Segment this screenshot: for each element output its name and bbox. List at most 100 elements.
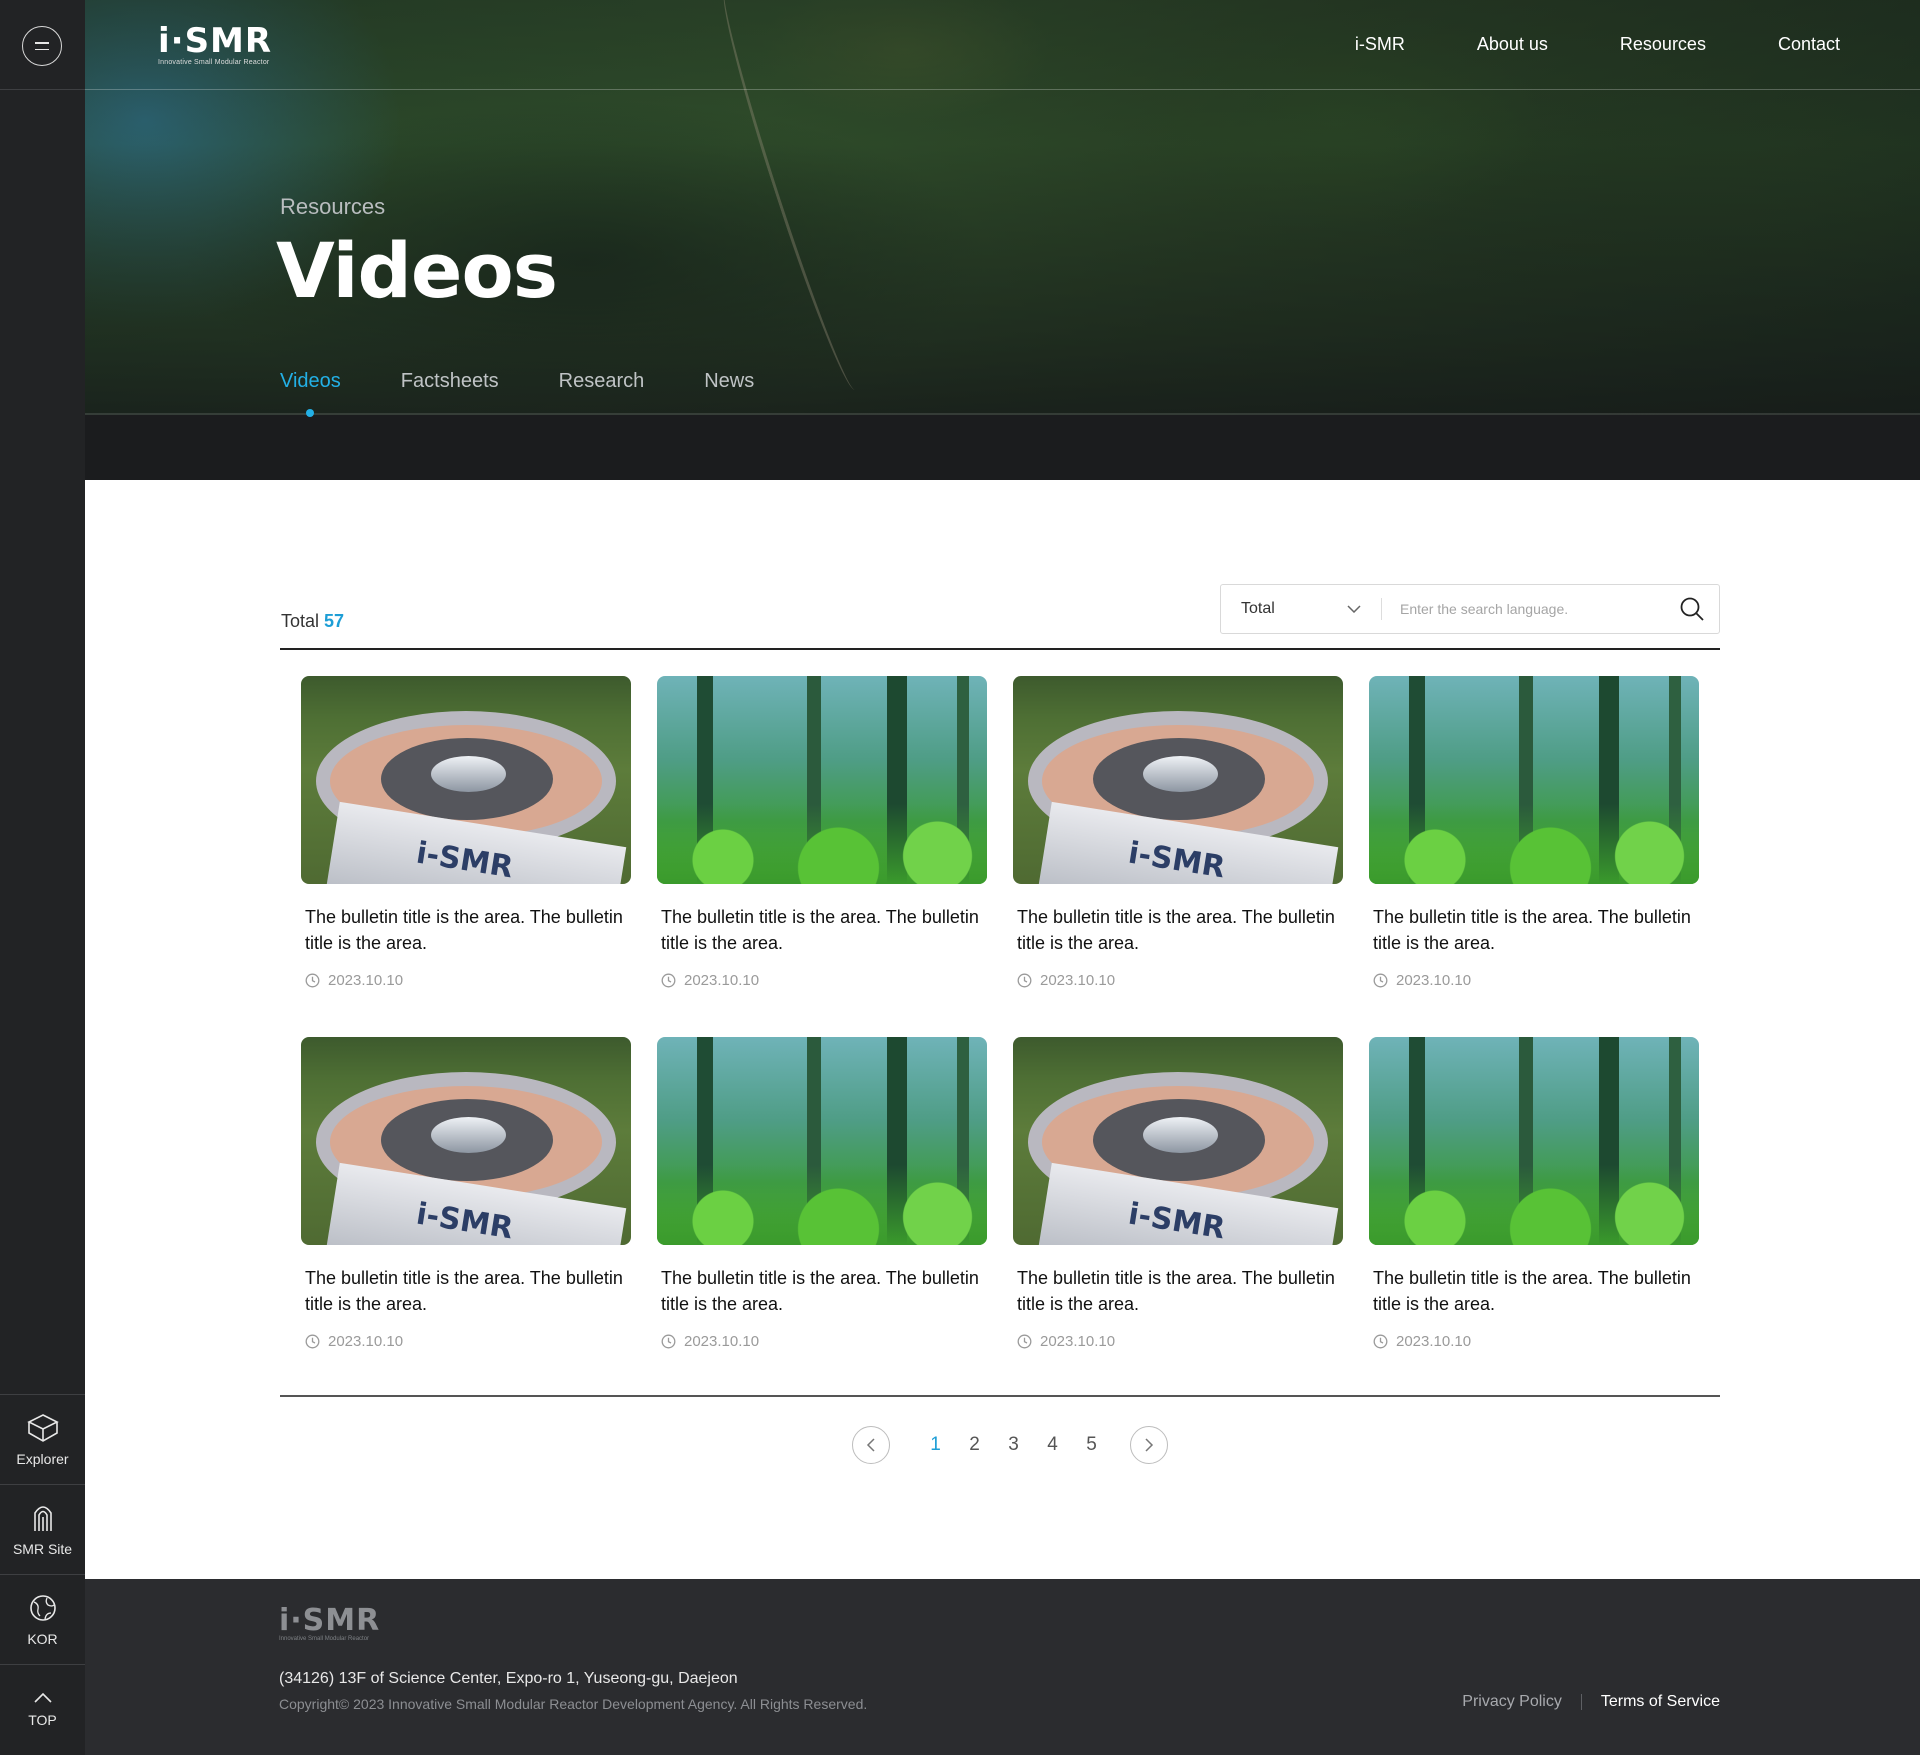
video-thumbnail[interactable] <box>1369 676 1699 884</box>
clock-icon <box>1373 973 1388 988</box>
nav-item-resources[interactable]: Resources <box>1620 34 1706 55</box>
video-title[interactable]: The bulletin title is the area. The bull… <box>1017 904 1339 956</box>
menu-icon-bar <box>35 48 49 50</box>
forest-undergrowth <box>1369 1165 1699 1245</box>
video-date: 2023.10.10 <box>1373 972 1695 989</box>
video-title[interactable]: The bulletin title is the area. The bull… <box>1373 1265 1695 1317</box>
page-number[interactable]: 2 <box>955 1434 994 1456</box>
video-date: 2023.10.10 <box>305 1333 627 1350</box>
date-text: 2023.10.10 <box>684 972 760 989</box>
clock-icon <box>305 1334 320 1349</box>
video-title[interactable]: The bulletin title is the area. The bull… <box>661 1265 983 1317</box>
forest-undergrowth <box>657 1165 987 1245</box>
terms-of-service-link[interactable]: Terms of Service <box>1601 1693 1720 1711</box>
tab-research[interactable]: Research <box>559 370 645 393</box>
sidebar-item-label: SMR Site <box>12 1540 73 1557</box>
clock-icon <box>1017 1334 1032 1349</box>
menu-icon-bar <box>35 42 49 44</box>
privacy-policy-link[interactable]: Privacy Policy <box>1462 1693 1562 1711</box>
clock-icon <box>661 973 676 988</box>
video-thumbnail[interactable]: i-SMR <box>1013 1037 1343 1245</box>
video-card[interactable]: The bulletin title is the area. The bull… <box>657 676 987 1037</box>
clock-icon <box>1017 973 1032 988</box>
hero-bottom-band <box>85 415 1920 480</box>
footer-logo: i·SMR Innovative Small Modular Reactor <box>279 1606 380 1643</box>
video-card[interactable]: i-SMR The bulletin title is the area. The… <box>301 676 631 1037</box>
video-thumbnail[interactable] <box>1369 1037 1699 1245</box>
video-date: 2023.10.10 <box>305 972 627 989</box>
nav-item-about[interactable]: About us <box>1477 34 1548 55</box>
footer-links: Privacy Policy Terms of Service <box>1462 1693 1720 1711</box>
tab-videos[interactable]: Videos <box>280 370 341 417</box>
video-card[interactable]: i-SMR The bulletin title is the area. The… <box>1013 1037 1343 1398</box>
search-input[interactable] <box>1382 585 1665 633</box>
video-title[interactable]: The bulletin title is the area. The bull… <box>305 1265 627 1317</box>
search-category-select[interactable]: Total <box>1221 585 1381 633</box>
pagination: 1 2 3 4 5 <box>852 1426 1168 1464</box>
sidebar-divider <box>0 89 85 90</box>
video-title[interactable]: The bulletin title is the area. The bull… <box>305 904 627 956</box>
video-title[interactable]: The bulletin title is the area. The bull… <box>1017 1265 1339 1317</box>
date-text: 2023.10.10 <box>1396 1333 1472 1350</box>
video-card[interactable]: The bulletin title is the area. The bull… <box>1369 1037 1699 1398</box>
list-bottom-rule <box>280 1395 1720 1397</box>
video-date: 2023.10.10 <box>1017 972 1339 989</box>
video-thumbnail[interactable] <box>657 1037 987 1245</box>
nav-item-ismr[interactable]: i-SMR <box>1355 34 1405 55</box>
globe-icon <box>29 1594 56 1621</box>
header-divider <box>85 89 1920 90</box>
video-thumbnail[interactable]: i-SMR <box>301 1037 631 1245</box>
search-bar: Total <box>1220 584 1720 634</box>
search-button[interactable] <box>1665 585 1719 633</box>
site-logo[interactable]: i·SMR Innovative Small Modular Reactor <box>158 24 272 66</box>
menu-button[interactable] <box>22 26 62 66</box>
footer-link-divider <box>1580 1694 1582 1710</box>
video-thumbnail[interactable]: i-SMR <box>301 676 631 884</box>
video-card[interactable]: i-SMR The bulletin title is the area. The… <box>1013 676 1343 1037</box>
date-text: 2023.10.10 <box>1040 972 1116 989</box>
cube-icon <box>26 1413 59 1442</box>
forest-undergrowth <box>657 804 987 884</box>
reactor-dome <box>431 1117 506 1153</box>
video-card[interactable]: The bulletin title is the area. The bull… <box>1369 676 1699 1037</box>
page-number[interactable]: 5 <box>1072 1434 1111 1456</box>
footer-logo-subtitle: Innovative Small Modular Reactor <box>279 1636 370 1642</box>
date-text: 2023.10.10 <box>328 972 404 989</box>
next-page-button[interactable] <box>1130 1426 1168 1464</box>
page-number[interactable]: 1 <box>916 1434 955 1456</box>
tab-factsheets[interactable]: Factsheets <box>401 370 499 393</box>
nav-item-contact[interactable]: Contact <box>1778 34 1840 55</box>
video-card[interactable]: The bulletin title is the area. The bull… <box>657 1037 987 1398</box>
total-number: 57 <box>324 611 345 631</box>
sidebar-item-language[interactable]: KOR <box>0 1574 85 1664</box>
sidebar-item-explorer[interactable]: Explorer <box>0 1394 85 1484</box>
date-text: 2023.10.10 <box>1396 972 1472 989</box>
footer-copyright: Copyright© 2023 Innovative Small Modular… <box>279 1696 868 1712</box>
main-nav: i-SMR About us Resources Contact <box>1355 34 1840 55</box>
video-title[interactable]: The bulletin title is the area. The bull… <box>661 904 983 956</box>
video-date: 2023.10.10 <box>661 972 983 989</box>
date-text: 2023.10.10 <box>328 1333 404 1350</box>
video-grid: i-SMR The bulletin title is the area. The… <box>301 676 1701 1398</box>
date-text: 2023.10.10 <box>1040 1333 1116 1350</box>
date-text: 2023.10.10 <box>684 1333 760 1350</box>
reactor-site-icon <box>33 1505 52 1531</box>
prev-page-button[interactable] <box>852 1426 890 1464</box>
select-value: Total <box>1241 600 1275 617</box>
page-numbers: 1 2 3 4 5 <box>916 1434 1111 1456</box>
reactor-dome <box>1143 756 1218 792</box>
tab-news[interactable]: News <box>704 370 754 393</box>
clock-icon <box>661 1334 676 1349</box>
video-thumbnail[interactable] <box>657 676 987 884</box>
sidebar-item-smr-site[interactable]: SMR Site <box>0 1484 85 1574</box>
chevron-down-icon <box>1347 605 1361 613</box>
video-title[interactable]: The bulletin title is the area. The bull… <box>1373 904 1695 956</box>
video-thumbnail[interactable]: i-SMR <box>1013 676 1343 884</box>
page-number[interactable]: 3 <box>994 1434 1033 1456</box>
video-card[interactable]: i-SMR The bulletin title is the area. The… <box>301 1037 631 1398</box>
page-number[interactable]: 4 <box>1033 1434 1072 1456</box>
total-count: Total 57 <box>281 611 344 632</box>
sidebar-item-top[interactable]: TOP <box>0 1664 85 1755</box>
left-sidebar: Explorer SMR Site KOR TOP <box>0 0 85 1755</box>
hero-road-decoration <box>710 0 870 395</box>
